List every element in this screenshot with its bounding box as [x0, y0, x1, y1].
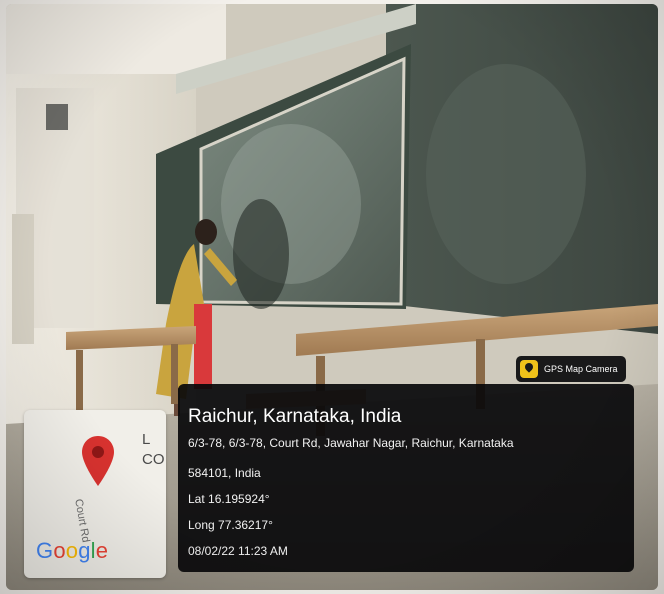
location-info-panel: Raichur, Karnataka, India 6/3-78, 6/3-78… — [178, 384, 634, 572]
timestamp: 08/02/22 11:23 AM — [188, 544, 288, 558]
google-logo-letter: o — [53, 538, 66, 563]
google-logo-letter: e — [95, 538, 109, 563]
address-line-2: 584101, India — [188, 466, 261, 480]
location-title: Raichur, Karnataka, India — [188, 406, 402, 427]
google-logo-letter: o — [65, 538, 79, 563]
google-logo-letter: G — [36, 538, 54, 563]
photo-scene: L CO Court Rd Google GPS Map Camera Raic… — [0, 0, 664, 594]
map-partial-label: L CO — [142, 431, 165, 468]
gps-camera-icon — [520, 360, 538, 378]
map-road-label: Court Rd — [72, 498, 92, 544]
gps-map-camera-badge: GPS Map Camera — [516, 356, 626, 382]
map-thumbnail[interactable]: L CO Court Rd Google — [24, 410, 166, 578]
longitude-value: Long 77.36217° — [188, 518, 273, 532]
latitude-value: Lat 16.195924° — [188, 492, 270, 506]
map-pin-icon — [82, 436, 114, 486]
address-line-1: 6/3-78, 6/3-78, Court Rd, Jawahar Nagar,… — [188, 436, 514, 450]
google-logo: Google — [36, 538, 108, 564]
badge-label: GPS Map Camera — [544, 364, 618, 374]
google-logo-letter: g — [78, 538, 91, 563]
